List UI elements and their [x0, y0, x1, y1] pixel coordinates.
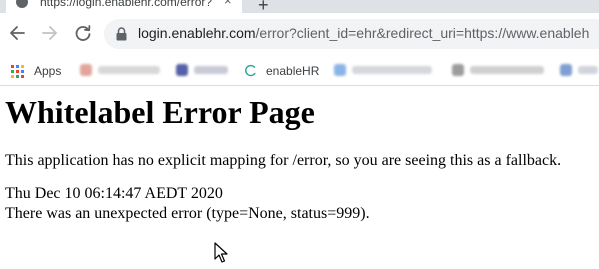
- mouse-cursor-icon: [214, 242, 228, 263]
- blurred-favicon-icon: [560, 64, 572, 76]
- bookmark-blurred-5[interactable]: [560, 61, 599, 81]
- browser-tab[interactable]: https://login.enablehr.com/error? ×: [6, 0, 242, 13]
- bookmark-enablehr-label: enableHR: [266, 64, 320, 78]
- address-bar[interactable]: login.enablehr.com/error?client_id=ehr&r…: [104, 19, 599, 49]
- reload-button[interactable]: [72, 22, 94, 44]
- url-text[interactable]: login.enablehr.com/error?client_id=ehr&r…: [138, 25, 589, 41]
- error-detail: There was an unexpected error (type=None…: [5, 205, 370, 222]
- back-button[interactable]: [6, 22, 28, 44]
- arrow-right-icon: [42, 26, 57, 40]
- bookmark-apps[interactable]: Apps: [0, 61, 72, 81]
- bookmark-blurred-3[interactable]: [334, 61, 438, 81]
- lock-icon[interactable]: [116, 27, 127, 41]
- blurred-label: [352, 66, 432, 74]
- blurred-favicon-icon: [80, 64, 92, 76]
- tab-title: https://login.enablehr.com/error?: [40, 0, 213, 9]
- bookmark-enablehr[interactable]: enableHR: [244, 61, 326, 81]
- url-path: /error?client_id=ehr&redirect_uri=https:…: [255, 25, 590, 41]
- blurred-label: [578, 66, 598, 74]
- error-timestamp: Thu Dec 10 06:14:47 AEDT 2020: [5, 185, 223, 202]
- bookmark-blurred-4[interactable]: [452, 61, 552, 81]
- globe-icon: [16, 0, 28, 8]
- error-message: This application has no explicit mapping…: [5, 152, 562, 169]
- blurred-label: [194, 66, 228, 74]
- browser-toolbar: login.enablehr.com/error?client_id=ehr&r…: [0, 13, 599, 57]
- reload-icon: [75, 25, 91, 41]
- url-host: login.enablehr.com: [138, 25, 256, 41]
- forward-button[interactable]: [39, 22, 61, 44]
- blurred-label: [470, 66, 544, 74]
- bookmark-apps-label: Apps: [34, 64, 62, 78]
- bookmarks-bar: Apps enableHR: [0, 57, 599, 85]
- tab-strip: https://login.enablehr.com/error? × +: [0, 0, 599, 13]
- apps-grid-icon: [11, 65, 24, 78]
- page-content: Whitelabel Error Page This application h…: [0, 86, 599, 269]
- close-icon[interactable]: ×: [224, 0, 232, 8]
- bookmark-blurred-1[interactable]: [80, 61, 168, 81]
- new-tab-button[interactable]: +: [258, 0, 269, 13]
- bookmark-blurred-2[interactable]: [176, 61, 236, 81]
- browser-chrome: https://login.enablehr.com/error? × + lo…: [0, 0, 599, 86]
- enablehr-logo-icon: [245, 64, 256, 77]
- blurred-favicon-icon: [176, 64, 188, 76]
- blurred-favicon-icon: [334, 64, 346, 76]
- blurred-label: [98, 66, 160, 74]
- page-title: Whitelabel Error Page: [5, 94, 315, 130]
- blurred-favicon-icon: [452, 64, 464, 76]
- arrow-left-icon: [10, 26, 25, 40]
